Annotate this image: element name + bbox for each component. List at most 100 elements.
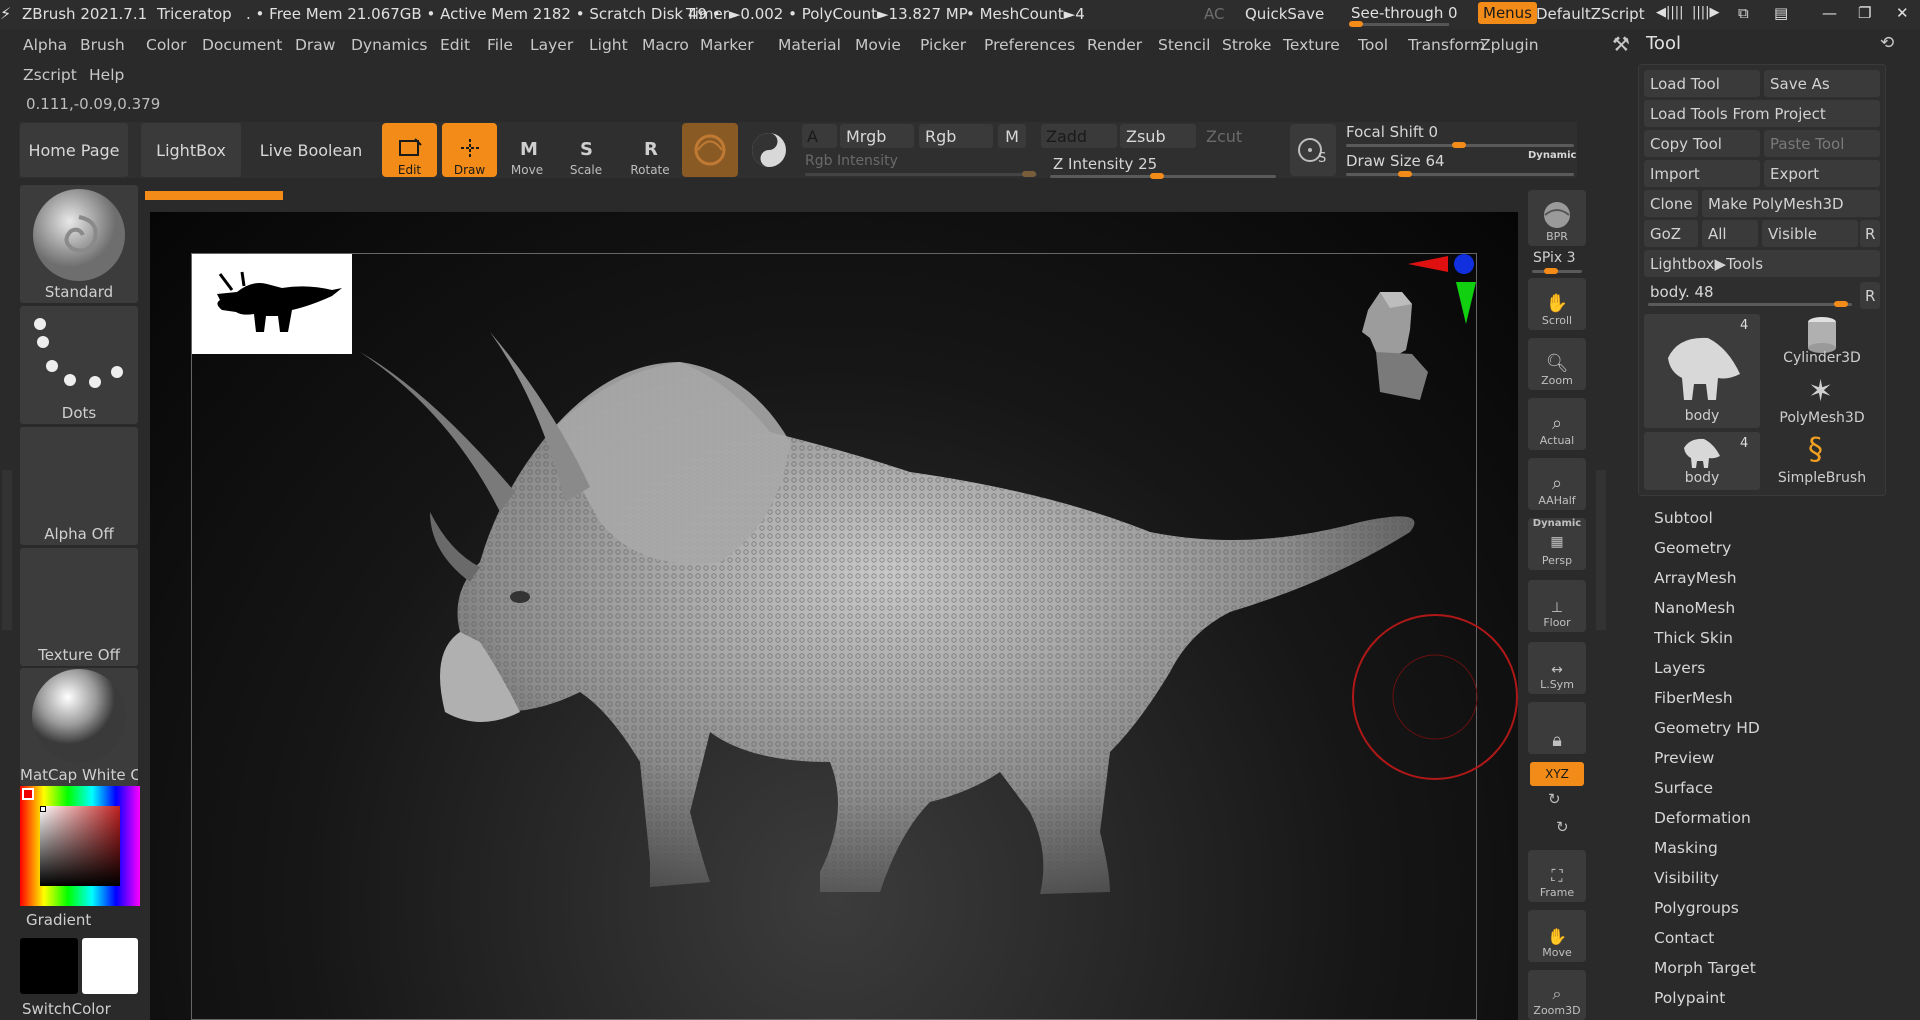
maximize-icon[interactable]: ❐ — [1858, 4, 1871, 22]
copy-tool-button[interactable]: Copy Tool — [1644, 130, 1760, 157]
draw-size-slider[interactable] — [1346, 173, 1574, 176]
menu-help[interactable]: Help — [89, 66, 124, 84]
tool-thumb-cylinder[interactable]: Cylinder3D — [1764, 314, 1880, 370]
a-button[interactable]: A — [802, 124, 837, 148]
spix-knob[interactable] — [1544, 268, 1558, 274]
hue-marker[interactable] — [22, 788, 34, 800]
goz-r-button[interactable]: R — [1860, 220, 1880, 247]
menu-color[interactable]: Color — [146, 36, 186, 54]
subpalette-morph-target[interactable]: Morph Target — [1654, 959, 1756, 977]
home-page-button[interactable]: Home Page — [20, 123, 128, 177]
zcut-button[interactable]: Zcut — [1200, 124, 1276, 148]
menu-light[interactable]: Light — [589, 36, 628, 54]
menu-picker[interactable]: Picker — [920, 36, 966, 54]
alpha-selector[interactable]: Alpha Off — [20, 427, 138, 545]
rgb-intensity-knob[interactable] — [1022, 171, 1036, 177]
draw-button[interactable]: Draw — [442, 123, 497, 177]
menu-dynamics[interactable]: Dynamics — [351, 36, 427, 54]
zbrush-logo-icon[interactable]: ⚡ — [0, 4, 11, 23]
edit-button[interactable]: Edit — [382, 123, 437, 177]
subpalette-surface[interactable]: Surface — [1654, 779, 1713, 797]
subpalette-geometry[interactable]: Geometry — [1654, 539, 1731, 557]
subpalette-preview[interactable]: Preview — [1654, 749, 1714, 767]
current-tool-slider[interactable] — [1648, 303, 1852, 306]
layout-icon-1[interactable]: ◀|||| — [1656, 5, 1684, 20]
move-view-button[interactable]: ✋ Move — [1528, 910, 1586, 962]
menu-stencil[interactable]: Stencil — [1158, 36, 1210, 54]
lightbox-button[interactable]: LightBox — [141, 123, 241, 177]
minimize-icon[interactable]: — — [1822, 4, 1837, 22]
layout-icon-2[interactable]: ||||▶ — [1692, 5, 1720, 20]
menu-alpha[interactable]: Alpha — [23, 36, 67, 54]
texture-toggle-button[interactable] — [744, 123, 794, 177]
rgb-button[interactable]: Rgb — [919, 124, 993, 148]
xyz-rotate-button[interactable]: XYZ — [1530, 762, 1584, 786]
menu-render[interactable]: Render — [1087, 36, 1142, 54]
tool-thumb-simplebrush[interactable]: § SimpleBrush — [1764, 432, 1880, 490]
menu-transform[interactable]: Transform — [1408, 36, 1485, 54]
tool-panel-title[interactable]: Tool — [1646, 33, 1681, 54]
subpalette-layers[interactable]: Layers — [1654, 659, 1705, 677]
paste-tool-button[interactable]: Paste Tool — [1764, 130, 1880, 157]
focal-shift-knob[interactable] — [1452, 142, 1466, 148]
subpalette-fibermesh[interactable]: FiberMesh — [1654, 689, 1733, 707]
z-intensity-knob[interactable] — [1150, 173, 1164, 179]
subpalette-arraymesh[interactable]: ArrayMesh — [1654, 569, 1737, 587]
rotate-z-icon[interactable]: ↻ — [1556, 818, 1569, 836]
subpalette-geometry-hd[interactable]: Geometry HD — [1654, 719, 1760, 737]
menu-tool[interactable]: Tool — [1358, 36, 1388, 54]
menu-texture[interactable]: Texture — [1283, 36, 1340, 54]
subpalette-polypaint[interactable]: Polypaint — [1654, 989, 1725, 1007]
make-polymesh3d-button[interactable]: Make PolyMesh3D — [1702, 190, 1880, 217]
tool-r-button[interactable]: R — [1860, 282, 1880, 309]
color-saturation-square[interactable] — [40, 806, 120, 886]
bpr-button[interactable]: BPR — [1528, 190, 1586, 246]
subpalette-nanomesh[interactable]: NanoMesh — [1654, 599, 1735, 617]
zsub-button[interactable]: Zsub — [1120, 124, 1196, 148]
menu-zplugin[interactable]: Zplugin — [1480, 36, 1539, 54]
save-as-button[interactable]: Save As — [1764, 70, 1880, 97]
material-toggle-button[interactable] — [682, 123, 738, 177]
goz-all-button[interactable]: All — [1702, 220, 1758, 247]
seethrough-slider[interactable]: See-through 0 — [1345, 2, 1458, 27]
move-button[interactable]: M Move — [502, 123, 552, 177]
rgb-intensity-slider[interactable] — [805, 173, 1037, 176]
rotate-y-icon[interactable]: ↻ — [1548, 790, 1561, 808]
brush-selector[interactable]: Standard — [20, 185, 138, 303]
menu-edit[interactable]: Edit — [440, 36, 470, 54]
draw-size-knob[interactable] — [1398, 171, 1412, 177]
lightbox-tools-button[interactable]: Lightbox▶Tools — [1644, 250, 1880, 277]
subpalette-deformation[interactable]: Deformation — [1654, 809, 1751, 827]
subpalette-visibility[interactable]: Visibility — [1654, 869, 1719, 887]
lsym-button[interactable]: ↔ L.Sym — [1528, 642, 1586, 694]
subpalette-contact[interactable]: Contact — [1654, 929, 1714, 947]
gradient-label[interactable]: Gradient — [26, 911, 91, 929]
zoom-button[interactable]: 🔍︎ Zoom — [1528, 338, 1586, 390]
menu-stroke[interactable]: Stroke — [1222, 36, 1271, 54]
menu-macro[interactable]: Macro — [642, 36, 689, 54]
load-tools-from-project-button[interactable]: Load Tools From Project — [1644, 100, 1880, 127]
m-button[interactable]: M — [998, 124, 1026, 148]
lazy-mouse-button[interactable]: S — [1290, 124, 1336, 176]
color-picker[interactable] — [20, 786, 140, 906]
goz-button[interactable]: GoZ — [1644, 220, 1698, 247]
quicksave-button[interactable]: QuickSave — [1245, 5, 1324, 23]
subpalette-thick-skin[interactable]: Thick Skin — [1654, 629, 1733, 647]
menu-preferences[interactable]: Preferences — [984, 36, 1075, 54]
zadd-button[interactable]: Zadd — [1041, 124, 1117, 148]
document-canvas[interactable] — [150, 212, 1518, 1020]
tool-thumb-body-2[interactable]: 4 body — [1644, 432, 1760, 490]
spix-label[interactable]: SPix 3 — [1533, 250, 1576, 266]
rotate-button[interactable]: R Rotate — [624, 123, 676, 177]
aahalf-button[interactable]: ⌕ AAHalf — [1528, 458, 1586, 510]
mrgb-button[interactable]: Mrgb — [840, 124, 914, 148]
stroke-selector[interactable]: Dots — [20, 306, 138, 424]
menu-draw[interactable]: Draw — [295, 36, 335, 54]
import-button[interactable]: Import — [1644, 160, 1760, 187]
color-marker[interactable] — [40, 806, 46, 812]
lock-button[interactable]: 🔒︎ — [1528, 702, 1586, 754]
floor-button[interactable]: ⊥ Floor — [1528, 580, 1586, 632]
close-icon[interactable]: ✕ — [1896, 4, 1909, 22]
export-button[interactable]: Export — [1764, 160, 1880, 187]
menu-brush[interactable]: Brush — [80, 36, 125, 54]
